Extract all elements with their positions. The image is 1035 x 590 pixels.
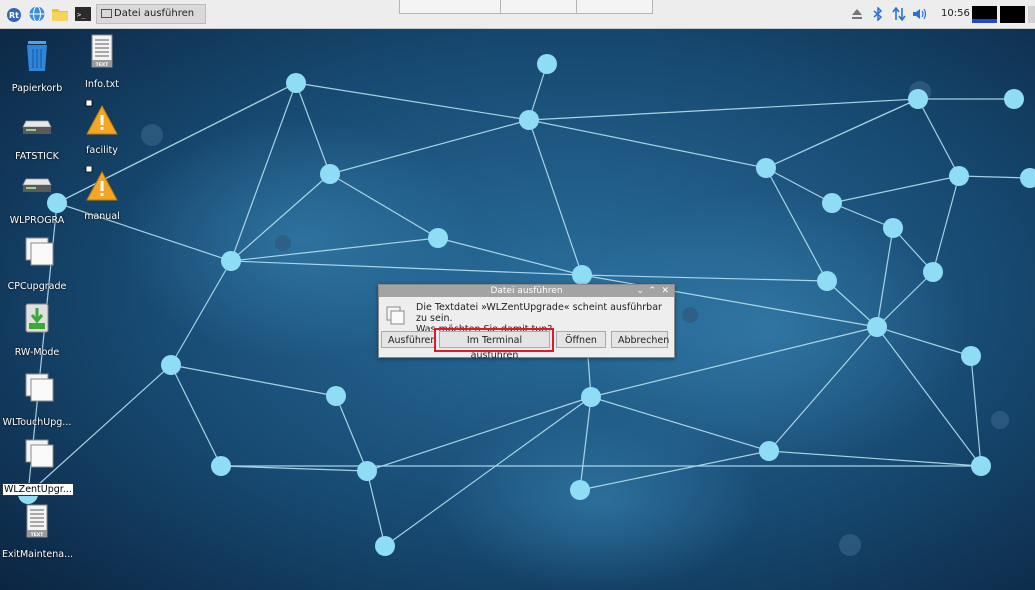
network-node bbox=[581, 387, 601, 407]
warning-icon bbox=[85, 165, 118, 201]
desktop-icon-label: RW-Mode bbox=[14, 347, 60, 358]
generic-file-icon bbox=[25, 237, 54, 266]
desktop-icon-label: WLPROGRA bbox=[9, 215, 65, 226]
dialog-message-line: Die Textdatei »WLZentUpgrade« scheint au… bbox=[416, 302, 662, 324]
network-node bbox=[519, 110, 539, 130]
install-icon bbox=[25, 303, 49, 333]
network-node bbox=[923, 262, 943, 282]
desktop-icon-label: WLTouchUpg... bbox=[2, 417, 72, 428]
desktop-icon-label: facility bbox=[86, 145, 118, 156]
cpu-monitor-bar bbox=[972, 19, 997, 23]
network-node bbox=[949, 166, 969, 186]
web-browser-icon[interactable] bbox=[28, 5, 46, 23]
desktop-icon-wltouchupgrade[interactable]: WLTouchUpg... bbox=[2, 372, 72, 428]
drive-icon bbox=[22, 120, 52, 134]
desktop-icon-label: ExitMaintena... bbox=[2, 549, 72, 560]
drive-icon bbox=[22, 178, 52, 192]
network-node bbox=[375, 536, 395, 556]
desktop-icon-cpcupgrade[interactable]: CPCupgrade bbox=[2, 236, 72, 292]
network-node bbox=[572, 265, 592, 285]
memory-monitor bbox=[1000, 6, 1025, 23]
file-manager-icon[interactable] bbox=[51, 5, 69, 23]
dialog-body: Die Textdatei »WLZentUpgrade« scheint au… bbox=[379, 297, 674, 361]
desktop-icon-label: CPCupgrade bbox=[7, 281, 67, 292]
network-node bbox=[822, 193, 842, 213]
bluetooth-icon[interactable] bbox=[873, 7, 883, 21]
network-node bbox=[756, 158, 776, 178]
network-node bbox=[961, 346, 981, 366]
desktop-icon-wlzentupgrade[interactable]: WLZentUpgr... bbox=[2, 438, 74, 499]
close-icon[interactable]: ✕ bbox=[661, 285, 669, 297]
dialog-title: Datei ausführen bbox=[490, 286, 563, 296]
dialog-titlebar[interactable]: Datei ausführen ⌄ ⌃ ✕ bbox=[379, 285, 674, 297]
desktop-icon-info-txt[interactable]: TEXT Info.txt bbox=[67, 34, 137, 90]
desktop-icon-manual[interactable]: manual bbox=[67, 165, 137, 222]
text-file-icon: TEXT bbox=[26, 504, 48, 538]
network-node bbox=[326, 386, 346, 406]
terminal-icon[interactable]: >_ bbox=[74, 5, 92, 23]
run-in-terminal-button[interactable]: Im Terminal ausführen bbox=[439, 331, 550, 361]
taskbar-empty-area bbox=[399, 0, 653, 14]
desktop-icon-exitmaintenance[interactable]: TEXT ExitMaintena... bbox=[2, 504, 72, 560]
generic-file-icon bbox=[386, 306, 405, 325]
desktop-icon-fatstick[interactable]: FATSTICK bbox=[2, 106, 72, 162]
network-node bbox=[320, 164, 340, 184]
text-file-icon: TEXT bbox=[91, 34, 113, 68]
minimize-icon[interactable]: ⌄ bbox=[636, 285, 644, 297]
network-node bbox=[161, 355, 181, 375]
taskbar-window-title: Datei ausführen bbox=[114, 8, 195, 19]
desktop-icon-facility[interactable]: facility bbox=[67, 99, 137, 156]
network-node bbox=[357, 461, 377, 481]
network-node bbox=[759, 441, 779, 461]
network-node bbox=[211, 456, 231, 476]
generic-file-icon bbox=[25, 439, 54, 468]
eject-icon[interactable] bbox=[851, 7, 863, 21]
cancel-button[interactable]: Abbrechen bbox=[611, 331, 669, 348]
network-icon[interactable] bbox=[892, 7, 906, 21]
maximize-icon[interactable]: ⌃ bbox=[648, 285, 656, 297]
taskbar: Rt >_ Datei ausführen 10:56 bbox=[0, 0, 1035, 29]
network-node bbox=[867, 317, 887, 337]
svg-text:>_: >_ bbox=[77, 11, 86, 19]
network-node bbox=[817, 271, 837, 291]
network-node bbox=[908, 89, 928, 109]
trash-icon bbox=[27, 41, 47, 71]
taskbar-divider bbox=[576, 0, 577, 13]
desktop-icon-label: FATSTICK bbox=[15, 151, 59, 162]
clock[interactable]: 10:56 bbox=[941, 8, 970, 19]
network-node bbox=[1004, 89, 1024, 109]
taskbar-divider bbox=[500, 0, 501, 13]
network-node bbox=[883, 218, 903, 238]
run-button[interactable]: Ausführen bbox=[381, 331, 436, 348]
generic-file-icon bbox=[25, 373, 54, 402]
network-node bbox=[221, 251, 241, 271]
desktop-icon-wlprogra[interactable]: WLPROGRA bbox=[2, 170, 72, 226]
raspberry-menu-icon[interactable]: Rt bbox=[5, 5, 23, 23]
window-icon bbox=[101, 8, 112, 18]
desktop-icon-label: Papierkorb bbox=[11, 83, 63, 94]
svg-text:Rt: Rt bbox=[9, 11, 19, 20]
network-node bbox=[537, 54, 557, 74]
desktop-icon-rw-mode[interactable]: RW-Mode bbox=[2, 302, 72, 358]
desktop-icon-papierkorb[interactable]: Papierkorb bbox=[2, 38, 72, 94]
network-node bbox=[428, 228, 448, 248]
network-node bbox=[570, 480, 590, 500]
open-button[interactable]: Öffnen bbox=[556, 331, 606, 348]
network-node bbox=[286, 73, 306, 93]
network-node bbox=[971, 456, 991, 476]
warning-icon bbox=[85, 99, 118, 135]
desktop-icon-label-selected: WLZentUpgr... bbox=[2, 483, 74, 496]
file-type-badge: TEXT bbox=[96, 62, 110, 68]
volume-icon[interactable] bbox=[912, 7, 928, 21]
taskbar-overflow bbox=[1028, 6, 1035, 23]
execute-file-dialog: Datei ausführen ⌄ ⌃ ✕ Die Textdatei »WLZ… bbox=[378, 284, 675, 361]
taskbar-window-button[interactable]: Datei ausführen bbox=[96, 4, 206, 24]
desktop-icon-label: manual bbox=[84, 211, 120, 222]
desktop-icon-label: Info.txt bbox=[85, 79, 119, 90]
file-type-badge: TEXT bbox=[31, 532, 45, 538]
